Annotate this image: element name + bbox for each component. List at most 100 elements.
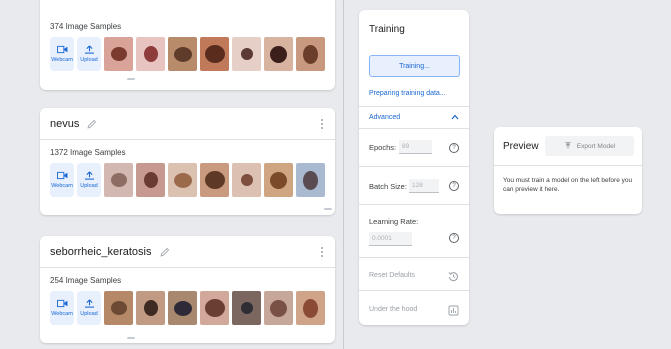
lesion-spot [270, 46, 287, 63]
sample-count: 1372 Image Samples [50, 148, 126, 157]
lesion-spot [241, 48, 253, 60]
image-sample-thumbnail[interactable] [104, 163, 133, 197]
export-model-button[interactable]: Export Model [545, 136, 634, 156]
epochs-input[interactable]: 89 [399, 140, 432, 154]
train-model-button[interactable]: Training... [369, 55, 460, 77]
epochs-label: Epochs: [369, 143, 397, 152]
help-icon[interactable]: ? [449, 233, 459, 243]
divider [494, 165, 642, 166]
image-sample-thumbnail[interactable] [136, 37, 165, 71]
lesion-spot [174, 173, 192, 188]
webcam-icon [56, 45, 67, 54]
divider [359, 106, 469, 107]
help-icon[interactable]: ? [449, 143, 459, 153]
lesion-spot [144, 300, 158, 316]
thumbnail-strip [104, 163, 325, 197]
under-the-hood-button[interactable]: Under the hood [369, 306, 417, 313]
help-icon[interactable]: ? [449, 181, 459, 191]
class-card-nevus: nevus 1372 Image Samples Webcam Upload [40, 108, 335, 215]
export-icon [565, 142, 571, 149]
class-header: nevus [40, 108, 335, 140]
upload-label: Upload [80, 57, 98, 63]
image-sample-thumbnail[interactable] [200, 37, 229, 71]
lesion-spot [205, 171, 225, 189]
webcam-label: Webcam [51, 57, 73, 63]
sample-row: Webcam Upload [40, 157, 335, 197]
advanced-toggle[interactable]: Advanced [369, 114, 400, 121]
lesion-spot [303, 171, 318, 190]
lesion-spot [270, 172, 287, 189]
webcam-icon [56, 299, 67, 308]
lesion-spot [205, 45, 225, 63]
chart-icon[interactable] [448, 305, 459, 316]
pencil-icon[interactable] [87, 119, 97, 129]
thumbnail-strip [104, 291, 325, 325]
image-sample-thumbnail[interactable] [232, 37, 261, 71]
sample-count: 254 Image Samples [50, 276, 122, 285]
image-sample-thumbnail[interactable] [264, 291, 293, 325]
lesion-spot [174, 301, 192, 316]
more-options-icon[interactable] [321, 246, 325, 257]
pencil-icon[interactable] [159, 247, 170, 257]
upload-icon [84, 171, 94, 180]
class-name[interactable]: seborrheic_keratosis [50, 246, 152, 258]
lesion-spot [111, 47, 127, 61]
webcam-icon [56, 171, 67, 180]
divider [359, 128, 469, 129]
lesion-spot [144, 172, 158, 188]
training-panel: Training Training... Preparing training … [359, 10, 469, 325]
training-title: Training [369, 24, 405, 35]
chevron-up-icon[interactable] [451, 114, 459, 120]
learning-rate-input[interactable]: 0.0001 [369, 232, 412, 246]
reset-defaults-button[interactable]: Reset Defaults [369, 272, 415, 279]
image-sample-thumbnail[interactable] [296, 291, 325, 325]
webcam-label: Webcam [51, 311, 73, 317]
image-sample-thumbnail[interactable] [104, 37, 133, 71]
preview-panel: Preview Export Model You must train a mo… [494, 127, 642, 214]
divider [359, 166, 469, 167]
lesion-spot [111, 301, 127, 315]
lesion-spot [303, 299, 318, 318]
batch-size-label: Batch Size: [369, 182, 407, 191]
upload-button[interactable]: Upload [77, 163, 101, 197]
image-sample-thumbnail[interactable] [296, 163, 325, 197]
reset-icon[interactable] [448, 271, 459, 282]
divider [359, 290, 469, 291]
more-options-icon[interactable] [321, 118, 325, 129]
scroll-indicator[interactable] [324, 208, 332, 210]
upload-icon [84, 45, 94, 54]
webcam-button[interactable]: Webcam [50, 291, 74, 325]
image-sample-thumbnail[interactable] [136, 163, 165, 197]
image-sample-thumbnail[interactable] [168, 163, 197, 197]
connector-line [343, 0, 344, 349]
divider [359, 257, 469, 258]
webcam-label: Webcam [51, 183, 73, 189]
thumbnail-strip [104, 37, 325, 71]
scroll-indicator[interactable] [127, 337, 135, 339]
image-sample-thumbnail[interactable] [104, 291, 133, 325]
lesion-spot [205, 299, 225, 317]
upload-button[interactable]: Upload [77, 291, 101, 325]
image-sample-thumbnail[interactable] [168, 37, 197, 71]
image-sample-thumbnail[interactable] [232, 291, 261, 325]
webcam-button[interactable]: Webcam [50, 37, 74, 71]
image-sample-thumbnail[interactable] [168, 291, 197, 325]
upload-button[interactable]: Upload [77, 37, 101, 71]
batch-size-input[interactable]: 128 [409, 179, 439, 193]
learning-rate-label: Learning Rate: [369, 217, 419, 226]
preview-message: You must train a model on the left befor… [503, 177, 633, 193]
sample-row: Webcam Upload [40, 285, 335, 325]
image-sample-thumbnail[interactable] [200, 291, 229, 325]
image-sample-thumbnail[interactable] [232, 163, 261, 197]
image-sample-thumbnail[interactable] [264, 37, 293, 71]
image-sample-thumbnail[interactable] [200, 163, 229, 197]
export-model-label: Export Model [576, 142, 616, 150]
lesion-spot [174, 47, 192, 62]
scroll-indicator[interactable] [127, 78, 135, 80]
image-sample-thumbnail[interactable] [264, 163, 293, 197]
webcam-button[interactable]: Webcam [50, 163, 74, 197]
class-name[interactable]: nevus [50, 118, 79, 130]
image-sample-thumbnail[interactable] [136, 291, 165, 325]
lesion-spot [241, 302, 253, 314]
image-sample-thumbnail[interactable] [296, 37, 325, 71]
